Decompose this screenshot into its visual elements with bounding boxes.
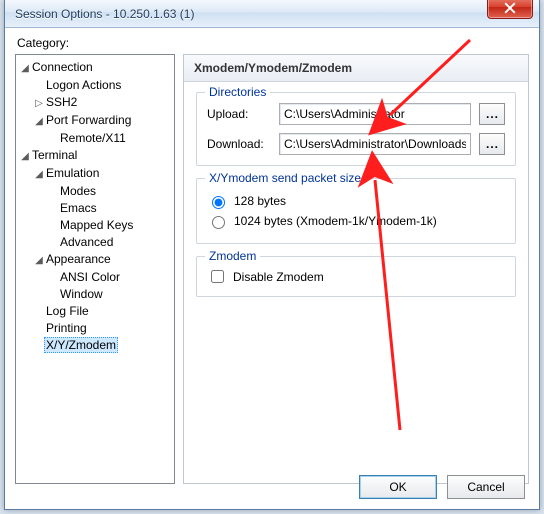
tree-emulation[interactable]: Emulation (44, 166, 101, 180)
tree-ssh2[interactable]: SSH2 (44, 95, 79, 109)
category-label: Category: (17, 36, 529, 50)
expand-ssh2[interactable]: ▷ (34, 95, 44, 112)
packet-128-label: 128 bytes (234, 194, 286, 208)
disable-zmodem-checkbox[interactable] (211, 270, 224, 283)
tree-printing[interactable]: Printing (44, 321, 89, 335)
packet-legend: X/Ymodem send packet size (205, 171, 365, 185)
zmodem-group: Zmodem Disable Zmodem (196, 256, 516, 297)
directories-legend: Directories (205, 85, 270, 99)
download-browse-button[interactable]: ... (479, 133, 505, 155)
tree-emacs[interactable]: Emacs (58, 201, 99, 215)
upload-browse-button[interactable]: ... (479, 103, 505, 125)
tree-terminal[interactable]: Terminal (30, 148, 79, 162)
category-tree[interactable]: ◢Connection Logon Actions ▷SSH2 ◢Port Fo… (15, 54, 175, 484)
close-icon (504, 2, 516, 14)
download-path-input[interactable] (279, 133, 471, 155)
directories-group: Directories Upload: ... Download: ... (196, 92, 516, 166)
window-title: Session Options - 10.250.1.63 (1) (15, 7, 194, 21)
cancel-button[interactable]: Cancel (447, 475, 525, 499)
tree-log-file[interactable]: Log File (44, 304, 91, 318)
zmodem-legend: Zmodem (205, 249, 260, 263)
packet-size-group: X/Ymodem send packet size 128 bytes 1024… (196, 178, 516, 244)
tree-logon-actions[interactable]: Logon Actions (44, 78, 123, 92)
titlebar[interactable]: Session Options - 10.250.1.63 (1) (5, 0, 539, 28)
settings-panel: Xmodem/Ymodem/Zmodem Directories Upload:… (183, 54, 529, 484)
tree-connection[interactable]: Connection (30, 60, 95, 74)
tree-ansi-color[interactable]: ANSI Color (58, 270, 122, 284)
tree-appearance[interactable]: Appearance (44, 252, 113, 266)
tree-modes[interactable]: Modes (58, 184, 98, 198)
dialog-buttons: OK Cancel (359, 475, 525, 499)
session-options-dialog: Session Options - 10.250.1.63 (1) Catego… (4, 0, 540, 510)
disable-zmodem-label: Disable Zmodem (233, 270, 324, 284)
packet-1024-label: 1024 bytes (Xmodem-1k/Ymodem-1k) (234, 214, 437, 228)
expand-terminal[interactable]: ◢ (20, 148, 30, 165)
tree-remote-x11[interactable]: Remote/X11 (58, 131, 128, 145)
close-button[interactable] (487, 0, 533, 19)
tree-advanced[interactable]: Advanced (58, 235, 115, 249)
client-area: Category: ◢Connection Logon Actions ▷SSH… (5, 28, 539, 509)
expand-appearance[interactable]: ◢ (34, 252, 44, 269)
packet-128-radio[interactable] (212, 196, 225, 209)
download-label: Download: (207, 137, 271, 151)
panel-header: Xmodem/Ymodem/Zmodem (184, 55, 528, 82)
tree-mapped-keys[interactable]: Mapped Keys (58, 218, 135, 232)
ok-button[interactable]: OK (359, 475, 437, 499)
packet-1024-radio[interactable] (212, 216, 225, 229)
tree-window[interactable]: Window (58, 287, 105, 301)
upload-path-input[interactable] (279, 103, 471, 125)
tree-xyzmodem[interactable]: X/Y/Zmodem (44, 337, 118, 353)
expand-portfwd[interactable]: ◢ (34, 113, 44, 130)
expand-emulation[interactable]: ◢ (34, 166, 44, 183)
expand-connection[interactable]: ◢ (20, 60, 30, 77)
upload-label: Upload: (207, 107, 271, 121)
tree-port-forwarding[interactable]: Port Forwarding (44, 113, 133, 127)
